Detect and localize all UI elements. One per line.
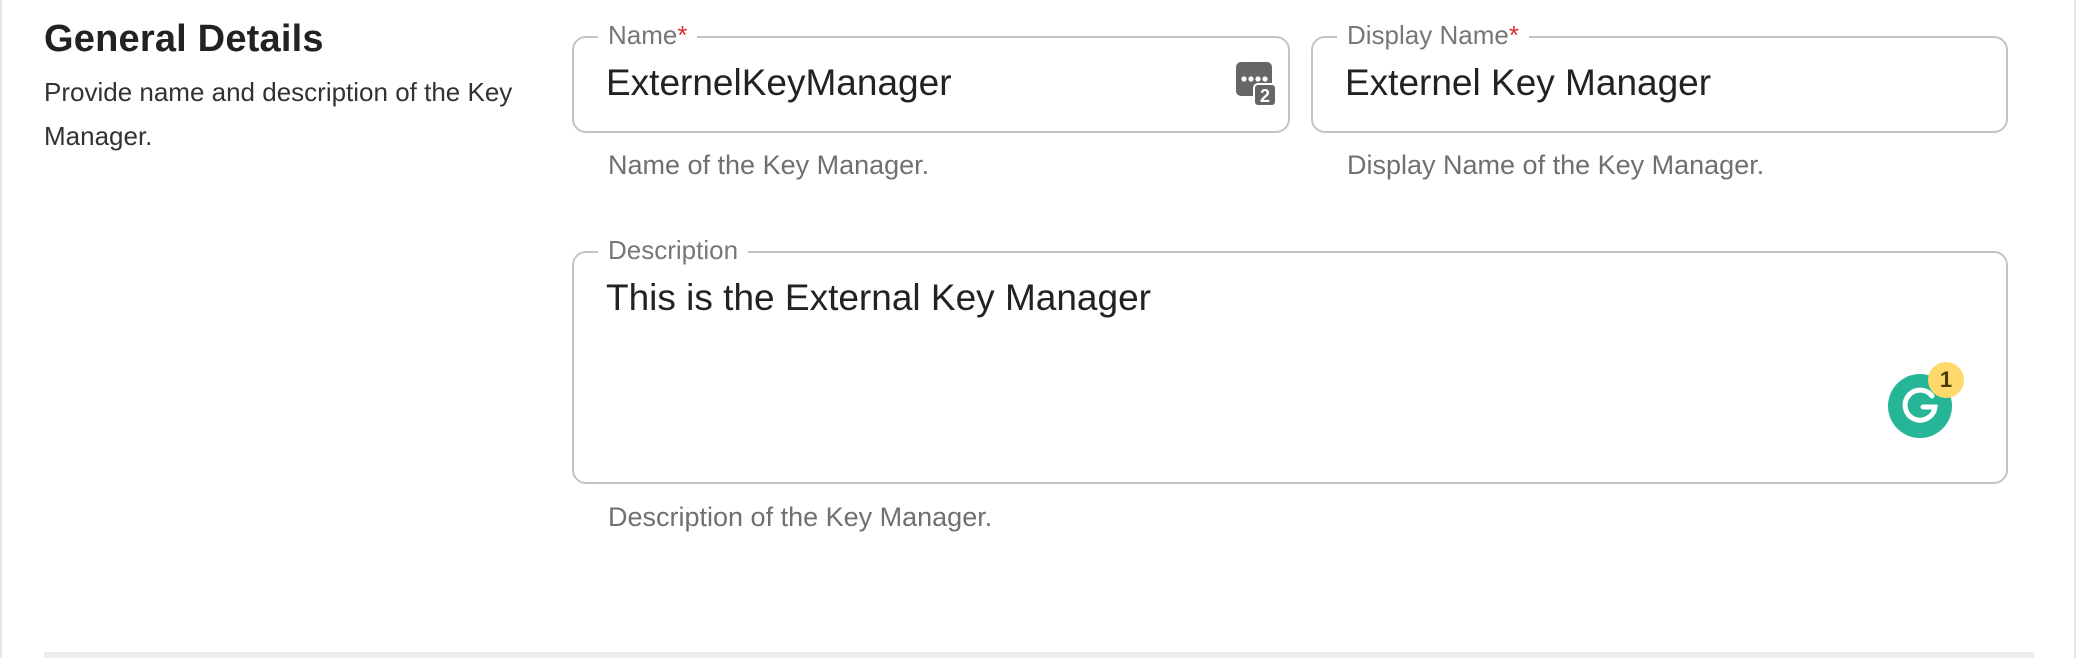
name-required-mark: * [677,20,688,50]
display-name-helper-text: Display Name of the Key Manager. [1347,150,1765,180]
display-name-field[interactable]: Display Name* Externel Key Manager [1311,18,2008,133]
description-textarea[interactable]: This is the External Key Manager [606,277,1151,319]
description-field[interactable]: Description This is the External Key Man… [572,233,2008,484]
grammarly-badge: 1 [1928,362,1964,398]
display-name-input[interactable]: Externel Key Manager [1345,62,1711,104]
name-input[interactable]: ExternelKeyManager [606,62,952,104]
page-edge-left [0,0,2,658]
name-field-label: Name* [598,18,698,52]
password-manager-icon[interactable]: 2 [1234,60,1278,108]
name-label-text: Name [608,20,678,50]
description-helper-text: Description of the Key Manager. [608,502,993,532]
section-description: Provide name and description of the Key … [44,77,513,151]
description-field-label: Description [598,233,749,267]
display-name-label-text: Display Name [1347,20,1509,50]
password-manager-badge: 2 [1260,86,1270,106]
name-field[interactable]: Name* ExternelKeyManager 2 [572,18,1290,133]
display-name-required-mark: * [1508,20,1519,50]
display-name-field-label: Display Name* [1337,18,1529,52]
section-title: General Details [44,18,324,60]
bottom-divider [44,652,2034,658]
name-helper-text: Name of the Key Manager. [608,150,930,180]
